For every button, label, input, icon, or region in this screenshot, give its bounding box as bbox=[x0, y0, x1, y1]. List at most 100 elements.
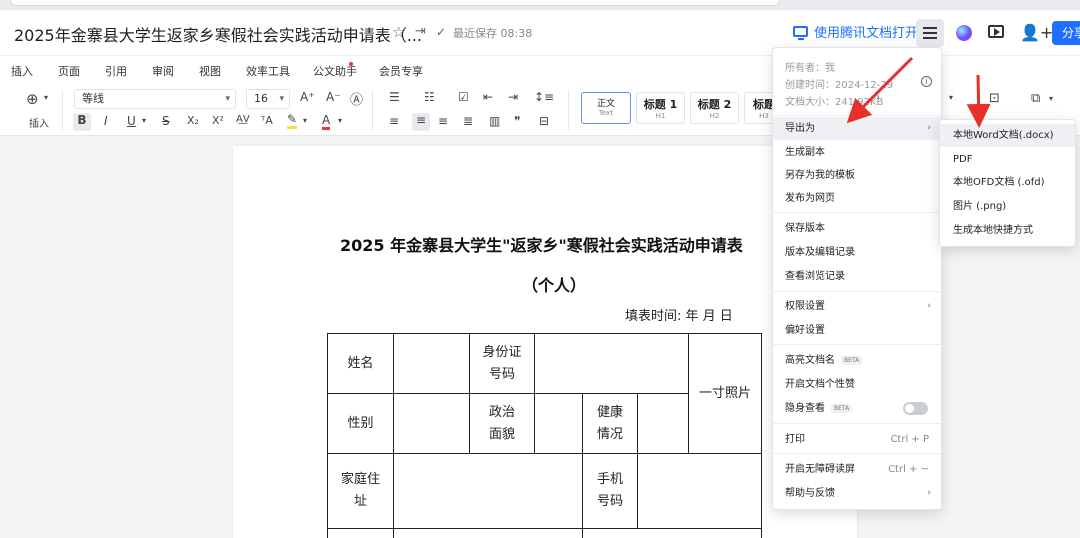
font-size-select[interactable]: 16 bbox=[246, 89, 290, 109]
tab-view[interactable]: 视图 bbox=[199, 63, 221, 79]
cell-phone-value[interactable] bbox=[637, 453, 762, 529]
open-in-app-button[interactable]: 使用腾讯文档打开 bbox=[793, 22, 918, 41]
italic-icon[interactable]: I bbox=[104, 114, 108, 128]
tab-member[interactable]: 会员专享 bbox=[379, 63, 423, 79]
beta-badge: BETA bbox=[841, 355, 863, 365]
cell-photo[interactable]: 一寸照片 bbox=[688, 333, 762, 454]
menu-enable-likes[interactable]: 开启文档个性赞 bbox=[773, 373, 941, 396]
char-spacing-icon[interactable]: A͟V bbox=[236, 114, 250, 125]
menu-save-as-template[interactable]: 另存为我的模板 bbox=[773, 164, 941, 187]
strikethrough-icon[interactable]: S bbox=[162, 114, 170, 128]
superscript-icon[interactable]: X² bbox=[212, 114, 224, 127]
export-ofd[interactable]: 本地OFD文档 (.ofd) bbox=[940, 171, 1075, 194]
style-heading-1[interactable]: 标题 1 H1 bbox=[636, 92, 685, 124]
document-page[interactable]: 2025 年金寨县大学生"返家乡"寒假社会实践活动申请表 （个人） 填表时间: … bbox=[233, 146, 857, 538]
chevron-down-icon[interactable]: ▾ bbox=[1049, 94, 1053, 103]
menu-save-version[interactable]: 保存版本 bbox=[773, 217, 941, 240]
menu-print[interactable]: 打印 Ctrl + P bbox=[773, 428, 941, 451]
indent-icon[interactable]: ⇥ bbox=[508, 90, 518, 104]
text-effect-icon[interactable]: ᵀA bbox=[261, 114, 273, 127]
outdent-icon[interactable]: ⇤ bbox=[483, 90, 493, 104]
bullet-list-icon[interactable]: ☰ bbox=[389, 90, 400, 104]
monitor-icon bbox=[793, 26, 808, 40]
menu-permissions[interactable]: 权限设置 › bbox=[773, 295, 941, 318]
quote-icon[interactable]: ❞ bbox=[514, 114, 520, 128]
tab-reference[interactable]: 引用 bbox=[105, 63, 127, 79]
insert-image-icon[interactable]: ⊡ bbox=[989, 91, 1000, 106]
chevron-right-icon: › bbox=[927, 123, 931, 133]
menu-export-as[interactable]: 导出为 › bbox=[773, 117, 941, 140]
cell-next-row-right[interactable] bbox=[582, 528, 762, 538]
menu-view-history[interactable]: 查看浏览记录 bbox=[773, 265, 941, 288]
menu-version-history[interactable]: 版本及编辑记录 bbox=[773, 241, 941, 264]
cell-health-value[interactable] bbox=[637, 393, 689, 454]
share-button[interactable]: 分享 bbox=[1052, 21, 1080, 45]
move-to-folder-icon[interactable]: ⇥ bbox=[415, 24, 426, 39]
bold-icon[interactable]: B bbox=[73, 113, 91, 131]
menu-screen-reader[interactable]: 开启无障碍读屏 Ctrl + ~ bbox=[773, 458, 941, 481]
star-icon[interactable]: ☆ bbox=[392, 23, 405, 41]
decrease-font-icon[interactable]: A⁻ bbox=[326, 90, 341, 104]
style-normal[interactable]: 正文 Text bbox=[581, 92, 631, 124]
chevron-down-icon[interactable]: ▾ bbox=[142, 116, 146, 125]
chevron-down-icon[interactable]: ▾ bbox=[303, 116, 307, 125]
insert-plus-icon[interactable]: ⊕ bbox=[26, 90, 39, 108]
copy-format-icon[interactable]: ⧉ bbox=[1031, 91, 1040, 106]
menu-make-copy[interactable]: 生成副本 bbox=[773, 141, 941, 164]
document-menu: 所有者：我 创建时间：2024-12-29 i 文档大小：241.92KB › … bbox=[772, 47, 942, 510]
created-info: 创建时间：2024-12-29 bbox=[785, 80, 894, 91]
subscript-icon[interactable]: X₂ bbox=[187, 114, 199, 127]
numbered-list-icon[interactable]: ☷ bbox=[424, 90, 435, 104]
info-icon[interactable]: i bbox=[921, 76, 932, 87]
tab-review[interactable]: 审阅 bbox=[152, 63, 174, 79]
checklist-icon[interactable]: ☑ bbox=[458, 90, 469, 104]
document-title[interactable]: 2025年金寨县大学生返家乡寒假社会实践活动申请表（... bbox=[14, 22, 422, 46]
address-bar[interactable] bbox=[10, 0, 780, 6]
cell-gender-label: 性别 bbox=[327, 393, 394, 454]
export-png[interactable]: 图片 (.png) bbox=[940, 195, 1075, 218]
cell-next-row-value[interactable] bbox=[393, 528, 583, 538]
increase-font-icon[interactable]: A⁺ bbox=[300, 90, 315, 104]
menu-highlight-title[interactable]: 高亮文档名 BETA bbox=[773, 349, 941, 372]
align-center-icon[interactable]: ≡ bbox=[412, 113, 430, 131]
font-family-select[interactable]: 等线 bbox=[74, 89, 236, 109]
document-heading: 2025 年金寨县大学生"返家乡"寒假社会实践活动申请表 bbox=[340, 236, 743, 255]
cell-name-value[interactable] bbox=[393, 333, 470, 394]
highlight-icon[interactable]: ✎ bbox=[287, 113, 298, 129]
font-color-icon[interactable]: A bbox=[322, 113, 331, 130]
cell-address-value[interactable] bbox=[393, 453, 583, 529]
clear-format-icon[interactable]: Ⓐ bbox=[350, 89, 363, 108]
chevron-down-icon[interactable]: ▾ bbox=[44, 93, 48, 102]
paragraph-format-icon[interactable]: ⊟ bbox=[539, 114, 549, 128]
add-collaborator-icon[interactable]: 👤+ bbox=[1020, 23, 1053, 42]
cell-political-value[interactable] bbox=[534, 393, 583, 454]
align-left-icon[interactable]: ≡ bbox=[389, 114, 399, 128]
align-right-icon[interactable]: ≡ bbox=[438, 114, 448, 128]
tab-efficiency-tools[interactable]: 效率工具 bbox=[246, 63, 290, 79]
tab-insert[interactable]: 插入 bbox=[11, 63, 33, 79]
cell-phone-label: 手机 号码 bbox=[582, 453, 638, 529]
tab-page[interactable]: 页面 bbox=[58, 63, 80, 79]
style-heading-2[interactable]: 标题 2 H2 bbox=[690, 92, 739, 124]
menu-button[interactable] bbox=[916, 19, 944, 47]
present-icon[interactable] bbox=[988, 25, 1004, 38]
chevron-down-icon[interactable]: ▾ bbox=[338, 116, 342, 125]
incognito-toggle[interactable] bbox=[903, 402, 928, 415]
ai-assistant-icon[interactable] bbox=[956, 25, 972, 41]
export-word[interactable]: 本地Word文档(.docx) bbox=[940, 124, 1075, 147]
menu-preferences[interactable]: 偏好设置 bbox=[773, 319, 941, 342]
cell-health-label: 健康 情况 bbox=[582, 393, 638, 454]
menu-publish-web[interactable]: 发布为网页 bbox=[773, 187, 941, 210]
chevron-right-icon[interactable]: › bbox=[876, 92, 880, 103]
distributed-icon[interactable]: ▥ bbox=[489, 114, 500, 128]
underline-icon[interactable]: U bbox=[127, 114, 136, 128]
cell-gender-value[interactable] bbox=[393, 393, 470, 454]
menu-help-feedback[interactable]: 帮助与反馈 › bbox=[773, 482, 941, 505]
export-pdf[interactable]: PDF bbox=[940, 148, 1075, 171]
insert-label: 插入 bbox=[29, 119, 49, 130]
justify-icon[interactable]: ≣ bbox=[463, 114, 473, 128]
export-shortcut[interactable]: 生成本地快捷方式 bbox=[940, 219, 1075, 242]
line-spacing-icon[interactable]: ↕≡ bbox=[534, 90, 554, 104]
chevron-down-icon[interactable]: ▾ bbox=[949, 93, 953, 102]
cell-id-value[interactable] bbox=[534, 333, 689, 394]
